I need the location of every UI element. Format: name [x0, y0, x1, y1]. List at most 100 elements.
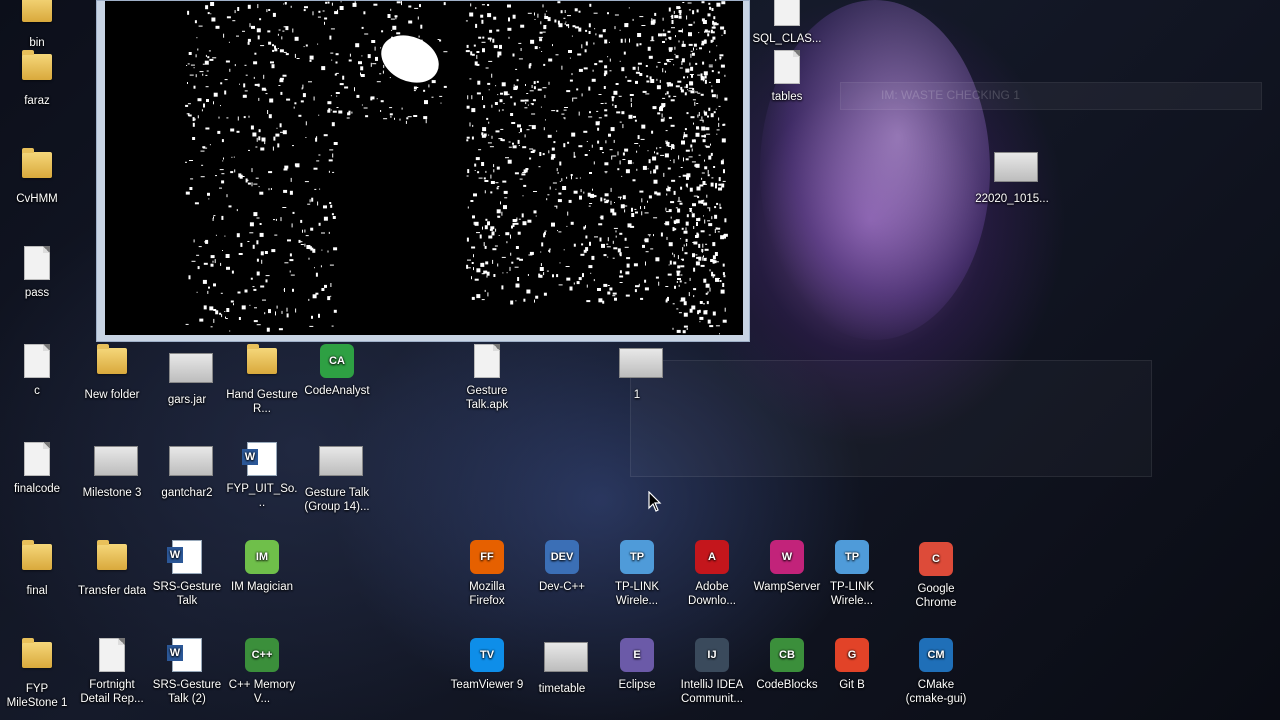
teamviewer-app-icon: TV [469, 638, 505, 676]
desktop-icon-cvhmm[interactable]: CvHMM [0, 146, 74, 206]
faded-window-title: IM: WASTE CHECKING 1 [881, 88, 1020, 102]
tp-link-app-icon: TP [619, 540, 655, 578]
desktop-icon-cpp-memory[interactable]: C++ C++ Memory V... [225, 636, 299, 706]
desktop-icon-label: Milestone 3 [82, 487, 142, 499]
codeanalyst-app-icon: CA [319, 344, 355, 382]
desktop-icon-label: SQL_CLAS... [752, 33, 822, 45]
desktop-icon-fortnight[interactable]: Fortnight Detail Rep... [75, 636, 149, 706]
mozilla-firefox-app-icon: FF [469, 540, 505, 578]
desktop-icon-label: TP-LINK Wirele... [614, 581, 660, 607]
desktop-icon-wampserver[interactable]: W WampServer [750, 538, 824, 594]
threshold-image-window[interactable] [96, 0, 750, 342]
dev-cpp-app-icon: DEV [544, 540, 580, 578]
desktop-icon-transfer-data[interactable]: Transfer data [75, 538, 149, 598]
desktop-icon-label: Hand Gesture R... [226, 389, 298, 415]
desktop-icon-gars-jar[interactable]: gars.jar [150, 347, 224, 407]
desktop-icon-c[interactable]: c [0, 342, 74, 398]
desktop-icon-gantchar2[interactable]: gantchar2 [150, 440, 224, 500]
desktop-icon-tp-link[interactable]: TP TP-LINK Wirele... [600, 538, 674, 608]
desktop-icon-label: TP-LINK Wirele... [829, 581, 875, 607]
codeblocks-app-icon: CB [769, 638, 805, 676]
desktop-icon-srs-gesture-talk[interactable]: SRS-Gesture Talk [150, 538, 224, 608]
desktop-icon-label: gars.jar [167, 394, 207, 406]
desktop-icon-label: Adobe Downlo... [688, 581, 736, 607]
desktop-icon-mozilla-firefox[interactable]: FF Mozilla Firefox [450, 538, 524, 608]
desktop-icon-photo-22020[interactable]: 22020_1015... [975, 146, 1049, 206]
file-icon [94, 638, 130, 676]
desktop-icon-tp-link-2[interactable]: TP TP-LINK Wirele... [815, 538, 889, 608]
eclipse-app-icon: E [619, 638, 655, 676]
desktop-icon-fyp-milestone[interactable]: FYP MileStone 1 [0, 636, 74, 710]
desktop-icon-gesture-talk-group[interactable]: Gesture Talk (Group 14)... [300, 440, 374, 514]
desktop-icon-one[interactable]: 1 [600, 342, 674, 402]
desktop-icon-intellij[interactable]: IJ IntelliJ IDEA Communit... [675, 636, 749, 706]
wampserver-app-icon: W [769, 540, 805, 578]
desktop-icon-label: IM Magician [231, 581, 293, 593]
desktop-icon-timetable[interactable]: timetable [525, 636, 599, 696]
faded-window-body [630, 360, 1152, 477]
image-file-icon [994, 152, 1038, 190]
desktop-icon-teamviewer[interactable]: TV TeamViewer 9 [450, 636, 524, 692]
desktop-icon-label: CodeAnalyst [304, 385, 370, 397]
desktop-icon-label: 1 [633, 389, 641, 401]
desktop-icon-label: c [34, 385, 40, 397]
threshold-image-view [105, 1, 743, 335]
desktop-icon-label: CvHMM [16, 193, 58, 205]
desktop-icon-faraz[interactable]: faraz [0, 48, 74, 108]
desktop-icon-label: Transfer data [78, 585, 146, 597]
google-chrome-app-icon: C [918, 542, 954, 580]
desktop-icon-label: Fortnight Detail Rep... [80, 679, 144, 705]
desktop-icon-new-folder[interactable]: New folder [75, 342, 149, 402]
desktop-icon-hand-gesture[interactable]: Hand Gesture R... [225, 342, 299, 416]
desktop-icon-label: CMake (cmake-gui) [905, 679, 967, 705]
desktop-icon-sql-class[interactable]: SQL_CLAS... [750, 0, 824, 46]
desktop-icon-srs-gesture-talk-2[interactable]: SRS-Gesture Talk (2) [150, 636, 224, 706]
desktop-icon-git-bash[interactable]: G Git B [815, 636, 889, 692]
desktop-icon-eclipse[interactable]: E Eclipse [600, 636, 674, 692]
desktop-icon-cmake[interactable]: CM CMake (cmake-gui) [899, 636, 973, 706]
desktop-icon-final[interactable]: final [0, 538, 74, 598]
desktop-icon-im-magician[interactable]: IM IM Magician [225, 538, 299, 594]
file-icon [19, 344, 55, 382]
adobe-app-icon: A [694, 540, 730, 578]
desktop-icon-bin[interactable]: bin [0, 0, 74, 50]
desktop-icon-codeanalyst[interactable]: CA CodeAnalyst [300, 342, 374, 398]
desktop-icon-label: faraz [24, 95, 50, 107]
desktop-icon-fyp-uit[interactable]: FYP_UIT_So... [225, 440, 299, 510]
desktop-icon-finalcode[interactable]: finalcode [0, 440, 74, 496]
desktop-icon-tables[interactable]: tables [750, 48, 824, 104]
image-file-icon [169, 353, 213, 391]
desktop-icon-label: IntelliJ IDEA Communit... [680, 679, 744, 705]
desktop-icon-label: New folder [84, 389, 140, 401]
faded-window-titlebar: IM: WASTE CHECKING 1 [840, 82, 1262, 110]
folder-icon [94, 540, 130, 582]
folder-icon [19, 148, 55, 190]
cpp-memory-app-icon: C++ [244, 638, 280, 676]
desktop-icon-label: SRS-Gesture Talk [152, 581, 222, 607]
desktop-icon-label: TeamViewer 9 [450, 679, 524, 691]
desktop-icon-pass[interactable]: pass [0, 244, 74, 300]
desktop-icon-label: final [26, 585, 48, 597]
image-file-icon [544, 642, 588, 680]
cmake-app-icon: CM [918, 638, 954, 676]
desktop-icon-label: FYP MileStone 1 [6, 683, 68, 709]
desktop-icon-codeblocks[interactable]: CB CodeBlocks [750, 636, 824, 692]
desktop-icon-milestone3[interactable]: Milestone 3 [75, 440, 149, 500]
desktop-icon-adobe[interactable]: A Adobe Downlo... [675, 538, 749, 608]
desktop-icon-label: Git B [839, 679, 865, 691]
desktop-icon-google-chrome[interactable]: C Google Chrome [899, 540, 973, 610]
binary-mask-image [185, 1, 728, 335]
desktop-icon-label: CodeBlocks [756, 679, 818, 691]
tp-link-2-app-icon: TP [834, 540, 870, 578]
file-icon [769, 0, 805, 30]
folder-icon [19, 638, 55, 680]
image-file-icon [94, 446, 138, 484]
im-magician-app-icon: IM [244, 540, 280, 578]
desktop-icon-label: finalcode [13, 483, 61, 495]
desktop-icon-gesture-talk-apk[interactable]: Gesture Talk.apk [450, 342, 524, 412]
word-document-icon [242, 442, 280, 480]
desktop-icon-label: WampServer [753, 581, 821, 593]
file-icon [19, 246, 55, 284]
desktop-icon-dev-cpp[interactable]: DEV Dev-C++ [525, 538, 599, 594]
image-file-icon [619, 348, 663, 386]
